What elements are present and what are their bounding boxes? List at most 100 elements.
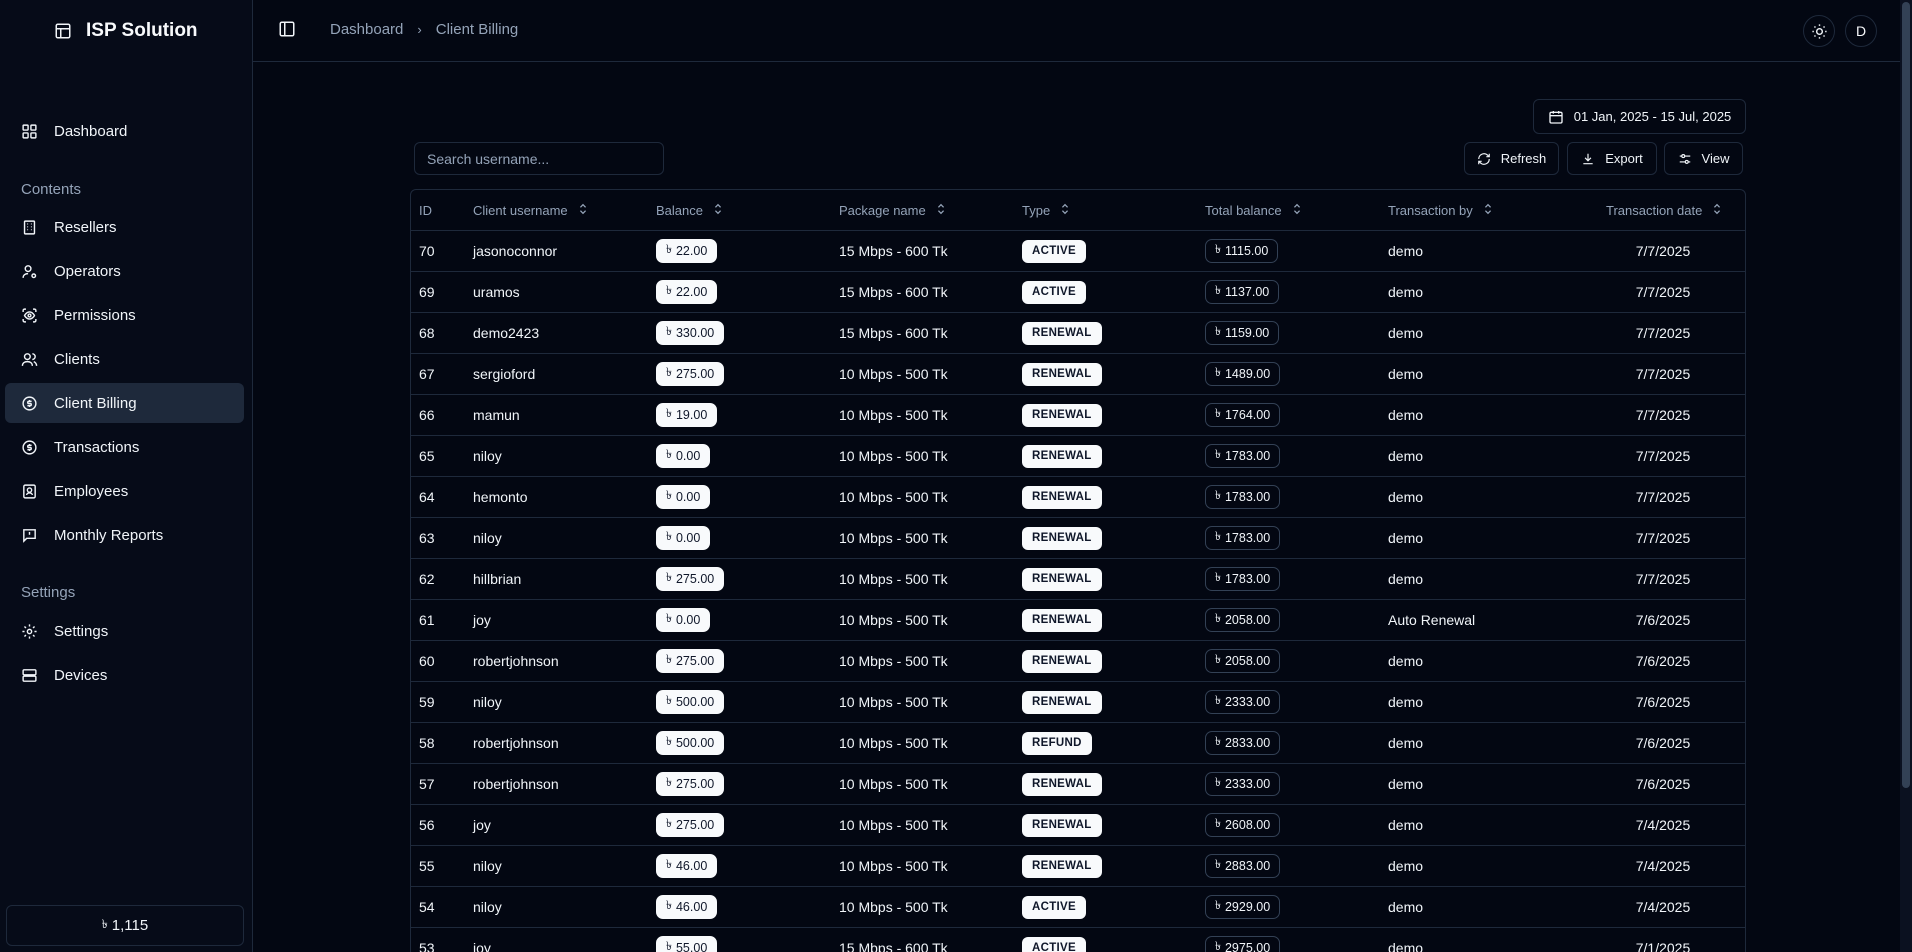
section-label-settings: Settings bbox=[21, 584, 76, 601]
sidebar-item-monthly-reports[interactable]: Monthly Reports bbox=[5, 515, 244, 555]
table-row[interactable]: 65 niloy ৳ 0.00 10 Mbps - 500 Tk RENEWAL ৳ 1783… bbox=[411, 436, 1745, 477]
cell-date: 7/4/2025 bbox=[1635, 817, 1691, 833]
table-row[interactable]: 53 joy ৳ 55.00 15 Mbps - 600 Tk ACTIVE ৳ 2975.0… bbox=[411, 928, 1745, 952]
sidebar-item-transactions[interactable]: Transactions bbox=[5, 427, 244, 467]
cell-id: 68 bbox=[419, 325, 435, 341]
sidebar-item-label: Monthly Reports bbox=[54, 526, 164, 544]
brand[interactable]: ISP Solution bbox=[54, 18, 198, 44]
sidebar-item-dashboard[interactable]: Dashboard bbox=[5, 111, 244, 151]
page-scrollbar[interactable] bbox=[1900, 0, 1912, 952]
table-row[interactable]: 66 mamun ৳ 19.00 10 Mbps - 500 Tk RENEWAL ৳ 176… bbox=[411, 395, 1745, 436]
sort-icon[interactable] bbox=[713, 203, 723, 218]
cell-by: demo bbox=[1388, 530, 1424, 546]
view-button[interactable]: View bbox=[1664, 142, 1743, 175]
export-label: Export bbox=[1605, 151, 1643, 166]
table-row[interactable]: 67 sergioford ৳ 275.00 10 Mbps - 500 Tk RENEW… bbox=[411, 354, 1745, 395]
taka-icon: ৳ bbox=[666, 324, 672, 338]
column-header[interactable]: Transaction date bbox=[1606, 190, 1722, 231]
sort-icon[interactable] bbox=[578, 203, 588, 218]
chevron-right-icon: › bbox=[417, 21, 422, 37]
table-row[interactable]: 70 jasonoconnor ৳ 22.00 15 Mbps - 600 Tk ACTI… bbox=[411, 231, 1745, 272]
cell-total: ৳ 2883.00 bbox=[1205, 846, 1281, 886]
sidebar-item-resellers[interactable]: Resellers bbox=[5, 207, 244, 247]
sidebar-balance[interactable]: ৳ 1,115 bbox=[6, 905, 244, 946]
cell-package: 15 Mbps - 600 Tk bbox=[839, 940, 948, 952]
sidebar-item-permissions[interactable]: Permissions bbox=[5, 295, 244, 335]
balance-value: 19.00 bbox=[675, 408, 708, 422]
cell-type: RENEWAL bbox=[1022, 477, 1102, 517]
table-row[interactable]: 63 niloy ৳ 0.00 10 Mbps - 500 Tk RENEWAL ৳ 1783… bbox=[411, 518, 1745, 559]
cell-user: hemonto bbox=[473, 489, 528, 505]
scrollbar-thumb[interactable] bbox=[1902, 2, 1910, 788]
table-row[interactable]: 55 niloy ৳ 46.00 10 Mbps - 500 Tk RENEWAL ৳ 288… bbox=[411, 846, 1745, 887]
sidebar-item-operators[interactable]: Operators bbox=[5, 251, 244, 291]
sidebar-item-devices[interactable]: Devices bbox=[5, 655, 244, 695]
cell-type: ACTIVE bbox=[1022, 272, 1086, 312]
column-header[interactable]: Client username bbox=[473, 190, 588, 231]
balance-value: 0.00 bbox=[675, 613, 701, 627]
column-header[interactable]: Total balance bbox=[1205, 190, 1302, 231]
scan-eye-icon bbox=[22, 307, 37, 323]
cell-balance: ৳ 19.00 bbox=[656, 395, 718, 435]
table-row[interactable]: 62 hillbrian ৳ 275.00 10 Mbps - 500 Tk RENEWA… bbox=[411, 559, 1745, 600]
table-row[interactable]: 59 niloy ৳ 500.00 10 Mbps - 500 Tk RENEWAL ৳ 23… bbox=[411, 682, 1745, 723]
search-input[interactable] bbox=[414, 142, 664, 175]
column-header[interactable]: Package name bbox=[839, 190, 946, 231]
balance-badge: ৳ 500.00 bbox=[656, 690, 725, 714]
balance-value: 46.00 bbox=[675, 859, 708, 873]
total-badge: ৳ 1489.00 bbox=[1205, 362, 1281, 386]
sort-icon[interactable] bbox=[936, 203, 946, 218]
column-header[interactable]: Transaction by bbox=[1388, 190, 1493, 231]
table-row[interactable]: 69 uramos ৳ 22.00 15 Mbps - 600 Tk ACTIVE ৳ 113… bbox=[411, 272, 1745, 313]
type-badge: ACTIVE bbox=[1022, 280, 1086, 304]
cell-package: 10 Mbps - 500 Tk bbox=[839, 448, 948, 464]
sort-icon[interactable] bbox=[1712, 203, 1722, 218]
table-row[interactable]: 61 joy ৳ 0.00 10 Mbps - 500 Tk RENEWAL ৳ 2058.0… bbox=[411, 600, 1745, 641]
table-row[interactable]: 64 hemonto ৳ 0.00 10 Mbps - 500 Tk RENEWAL ৳ 17… bbox=[411, 477, 1745, 518]
cell-date: 7/7/2025 bbox=[1635, 571, 1691, 587]
sidebar-item-employees[interactable]: Employees bbox=[5, 471, 244, 511]
taka-icon: ৳ bbox=[1215, 324, 1221, 338]
balance-badge: ৳ 275.00 bbox=[656, 567, 725, 591]
cell-package: 10 Mbps - 500 Tk bbox=[839, 571, 948, 587]
cell-total: ৳ 1783.00 bbox=[1205, 436, 1281, 476]
theme-toggle-button[interactable] bbox=[1803, 15, 1835, 47]
breadcrumb-dashboard[interactable]: Dashboard bbox=[330, 21, 403, 38]
sidebar-item-clients[interactable]: Clients bbox=[5, 339, 244, 379]
avatar[interactable]: D bbox=[1845, 15, 1877, 47]
balance-badge: ৳ 500.00 bbox=[656, 731, 725, 755]
export-button[interactable]: Export bbox=[1567, 142, 1657, 175]
cell-id: 62 bbox=[419, 571, 435, 587]
table-row[interactable]: 57 robertjohnson ৳ 275.00 10 Mbps - 500 Tk RE… bbox=[411, 764, 1745, 805]
sort-icon[interactable] bbox=[1060, 203, 1070, 218]
sort-icon[interactable] bbox=[1483, 203, 1493, 218]
total-badge: ৳ 1137.00 bbox=[1205, 280, 1280, 304]
type-badge: RENEWAL bbox=[1022, 649, 1102, 673]
table-row[interactable]: 56 joy ৳ 275.00 10 Mbps - 500 Tk RENEWAL ৳ 2608… bbox=[411, 805, 1745, 846]
cell-date: 7/7/2025 bbox=[1635, 325, 1691, 341]
sidebar-toggle-icon[interactable] bbox=[278, 20, 296, 38]
total-value: 1137.00 bbox=[1224, 285, 1270, 299]
sidebar-item-label: Operators bbox=[54, 262, 121, 280]
cell-package: 10 Mbps - 500 Tk bbox=[839, 694, 948, 710]
table-row[interactable]: 68 demo2423 ৳ 330.00 15 Mbps - 600 Tk RENEWAL… bbox=[411, 313, 1745, 354]
topbar: Dashboard › Client Billing D bbox=[253, 0, 1912, 62]
table-row[interactable]: 54 niloy ৳ 46.00 10 Mbps - 500 Tk ACTIVE ৳ 2929… bbox=[411, 887, 1745, 928]
table-row[interactable]: 60 robertjohnson ৳ 275.00 10 Mbps - 500 Tk RE… bbox=[411, 641, 1745, 682]
table-row[interactable]: 58 robertjohnson ৳ 500.00 10 Mbps - 500 Tk RE… bbox=[411, 723, 1745, 764]
gear-icon bbox=[22, 623, 37, 639]
cell-by: demo bbox=[1388, 325, 1424, 341]
refresh-button[interactable]: Refresh bbox=[1464, 142, 1559, 175]
sidebar-item-label: Devices bbox=[54, 666, 108, 684]
date-range-picker[interactable]: 01 Jan, 2025 - 15 Jul, 2025 bbox=[1533, 99, 1746, 134]
column-header-label: Package name bbox=[839, 203, 926, 218]
sidebar-item-client-billing[interactable]: Client Billing bbox=[5, 383, 244, 423]
column-header[interactable]: Type bbox=[1022, 190, 1070, 231]
sidebar-item-settings[interactable]: Settings bbox=[5, 611, 244, 651]
cell-package: 10 Mbps - 500 Tk bbox=[839, 653, 948, 669]
sidebar-item-label: Permissions bbox=[54, 306, 136, 324]
taka-icon: ৳ bbox=[1215, 570, 1221, 584]
cell-package: 10 Mbps - 500 Tk bbox=[839, 530, 948, 546]
sort-icon[interactable] bbox=[1292, 203, 1302, 218]
column-header[interactable]: Balance bbox=[656, 190, 723, 231]
